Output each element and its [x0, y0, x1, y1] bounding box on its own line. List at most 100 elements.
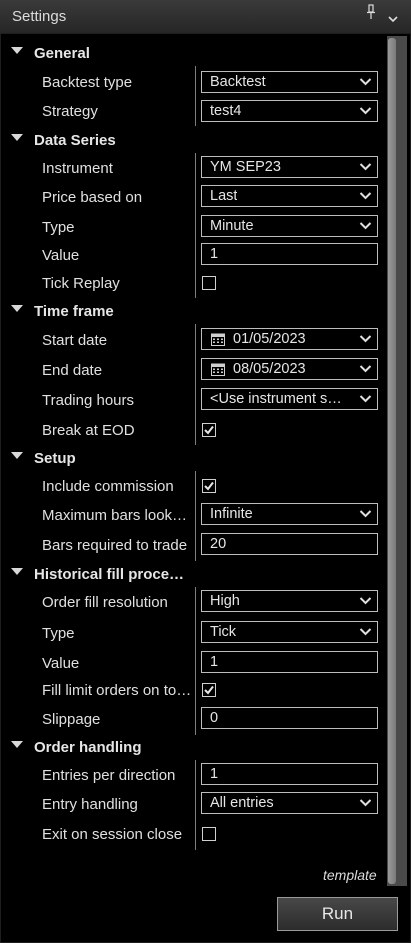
category-title: Historical fill proce… — [34, 566, 185, 583]
bars-required-input[interactable]: 20 — [201, 533, 378, 555]
property-label: Order fill resolution — [42, 594, 168, 611]
property-break-at-eod: Break at EOD — [0, 417, 387, 445]
input-value: 1 — [210, 246, 219, 262]
scrollbar-thumb[interactable] — [388, 38, 396, 884]
category-historical-fill[interactable]: Historical fill proce… — [0, 561, 387, 589]
property-max-bars-lookback: Maximum bars look… Infinite — [0, 502, 387, 530]
property-label: Entries per direction — [42, 767, 176, 784]
order-fill-resolution-select[interactable]: High — [201, 590, 378, 612]
category-general[interactable]: General — [0, 40, 387, 68]
entry-handling-select[interactable]: All entries — [201, 792, 378, 814]
property-tick-replay: Tick Replay — [0, 270, 387, 298]
property-end-date: End date 08/05/2023 — [0, 357, 387, 385]
select-value: <Use instrument s… — [210, 391, 342, 407]
property-label: Break at EOD — [42, 422, 135, 439]
property-label: Entry handling — [42, 796, 138, 813]
property-value: Value 1 — [0, 242, 387, 270]
property-label: Tick Replay — [42, 275, 120, 292]
property-label: Include commission — [42, 478, 174, 495]
trading-hours-select[interactable]: <Use instrument s… — [201, 388, 378, 410]
category-data-series[interactable]: Data Series — [0, 127, 387, 155]
select-value: Last — [210, 188, 238, 204]
property-label: Instrument — [42, 160, 113, 177]
category-title: Time frame — [34, 303, 114, 320]
property-label: Trading hours — [42, 392, 134, 409]
triangle-down-icon[interactable] — [11, 47, 23, 54]
property-label: Strategy — [42, 103, 98, 120]
input-value: 0 — [210, 710, 219, 726]
fill-limit-orders-checkbox[interactable] — [202, 683, 216, 697]
calendar-icon — [211, 333, 225, 346]
property-backtest-type: Backtest type Backtest — [0, 69, 387, 97]
select-value: Minute — [210, 218, 254, 234]
series-value-input[interactable]: 1 — [201, 243, 378, 265]
property-label: Slippage — [42, 711, 101, 728]
property-label: Fill limit orders on to… — [42, 682, 190, 699]
price-based-on-select[interactable]: Last — [201, 185, 378, 207]
property-label: Maximum bars look… — [42, 507, 188, 524]
fill-type-select[interactable]: Tick — [201, 621, 378, 643]
chevron-down-icon — [359, 365, 372, 373]
property-fill-limit-orders: Fill limit orders on to… — [0, 677, 387, 705]
pin-icon[interactable] — [366, 4, 376, 23]
check-icon — [204, 685, 214, 695]
property-bars-required: Bars required to trade 20 — [0, 532, 387, 560]
category-title: Order handling — [34, 739, 142, 756]
series-type-select[interactable]: Minute — [201, 215, 378, 237]
input-value: 20 — [210, 536, 227, 552]
slippage-input[interactable]: 0 — [201, 707, 378, 729]
property-instrument: Instrument YM SEP23 — [0, 155, 387, 183]
property-label: Price based on — [42, 189, 143, 206]
property-label: Value — [42, 247, 80, 264]
property-exit-on-session-close: Exit on session close — [0, 821, 387, 849]
chevron-down-icon — [359, 395, 372, 403]
property-order-fill-resolution: Order fill resolution High — [0, 589, 387, 617]
max-bars-lookback-select[interactable]: Infinite — [201, 503, 378, 525]
title-bar: Settings — [0, 0, 411, 34]
property-label: Type — [42, 625, 75, 642]
check-icon — [204, 425, 214, 435]
instrument-select[interactable]: YM SEP23 — [201, 156, 378, 178]
property-include-commission: Include commission — [0, 473, 387, 501]
start-date-picker[interactable]: 01/05/2023 — [201, 328, 378, 350]
select-value: test4 — [210, 103, 242, 119]
triangle-down-icon[interactable] — [11, 741, 23, 748]
chevron-down-icon — [359, 107, 372, 115]
select-value: YM SEP23 — [210, 159, 281, 175]
fill-value-input[interactable]: 1 — [201, 651, 378, 673]
exit-on-session-close-checkbox[interactable] — [202, 827, 216, 841]
category-time-frame[interactable]: Time frame — [0, 298, 387, 326]
window-menu-chevron-icon[interactable] — [387, 5, 399, 30]
strategy-select[interactable]: test4 — [201, 100, 378, 122]
backtest-type-select[interactable]: Backtest — [201, 71, 378, 93]
property-label: Type — [42, 219, 75, 236]
include-commission-checkbox[interactable] — [202, 479, 216, 493]
chevron-down-icon — [359, 510, 372, 518]
category-setup[interactable]: Setup — [0, 445, 387, 473]
template-link[interactable]: template — [323, 867, 377, 883]
entries-per-direction-input[interactable]: 1 — [201, 763, 378, 785]
triangle-down-icon[interactable] — [11, 134, 23, 141]
break-at-eod-checkbox[interactable] — [202, 423, 216, 437]
triangle-down-icon[interactable] — [11, 452, 23, 459]
property-entries-per-direction: Entries per direction 1 — [0, 762, 387, 790]
end-date-picker[interactable]: 08/05/2023 — [201, 358, 378, 380]
category-title: Data Series — [34, 132, 116, 149]
category-order-handling[interactable]: Order handling — [0, 734, 387, 762]
chevron-down-icon — [359, 335, 372, 343]
triangle-down-icon[interactable] — [11, 305, 23, 312]
category-title: General — [34, 45, 90, 62]
run-button[interactable]: Run — [277, 897, 398, 931]
property-label: End date — [42, 362, 103, 379]
property-label: Backtest type — [42, 74, 133, 91]
property-type: Type Minute — [0, 214, 387, 242]
tick-replay-checkbox[interactable] — [202, 276, 216, 290]
chevron-down-icon — [359, 78, 372, 86]
chevron-down-icon — [359, 628, 372, 636]
property-price-based-on: Price based on Last — [0, 184, 387, 212]
property-label: Start date — [42, 332, 108, 349]
chevron-down-icon — [359, 799, 372, 807]
window-title: Settings — [12, 8, 67, 25]
select-value: All entries — [210, 795, 274, 811]
triangle-down-icon[interactable] — [11, 568, 23, 575]
